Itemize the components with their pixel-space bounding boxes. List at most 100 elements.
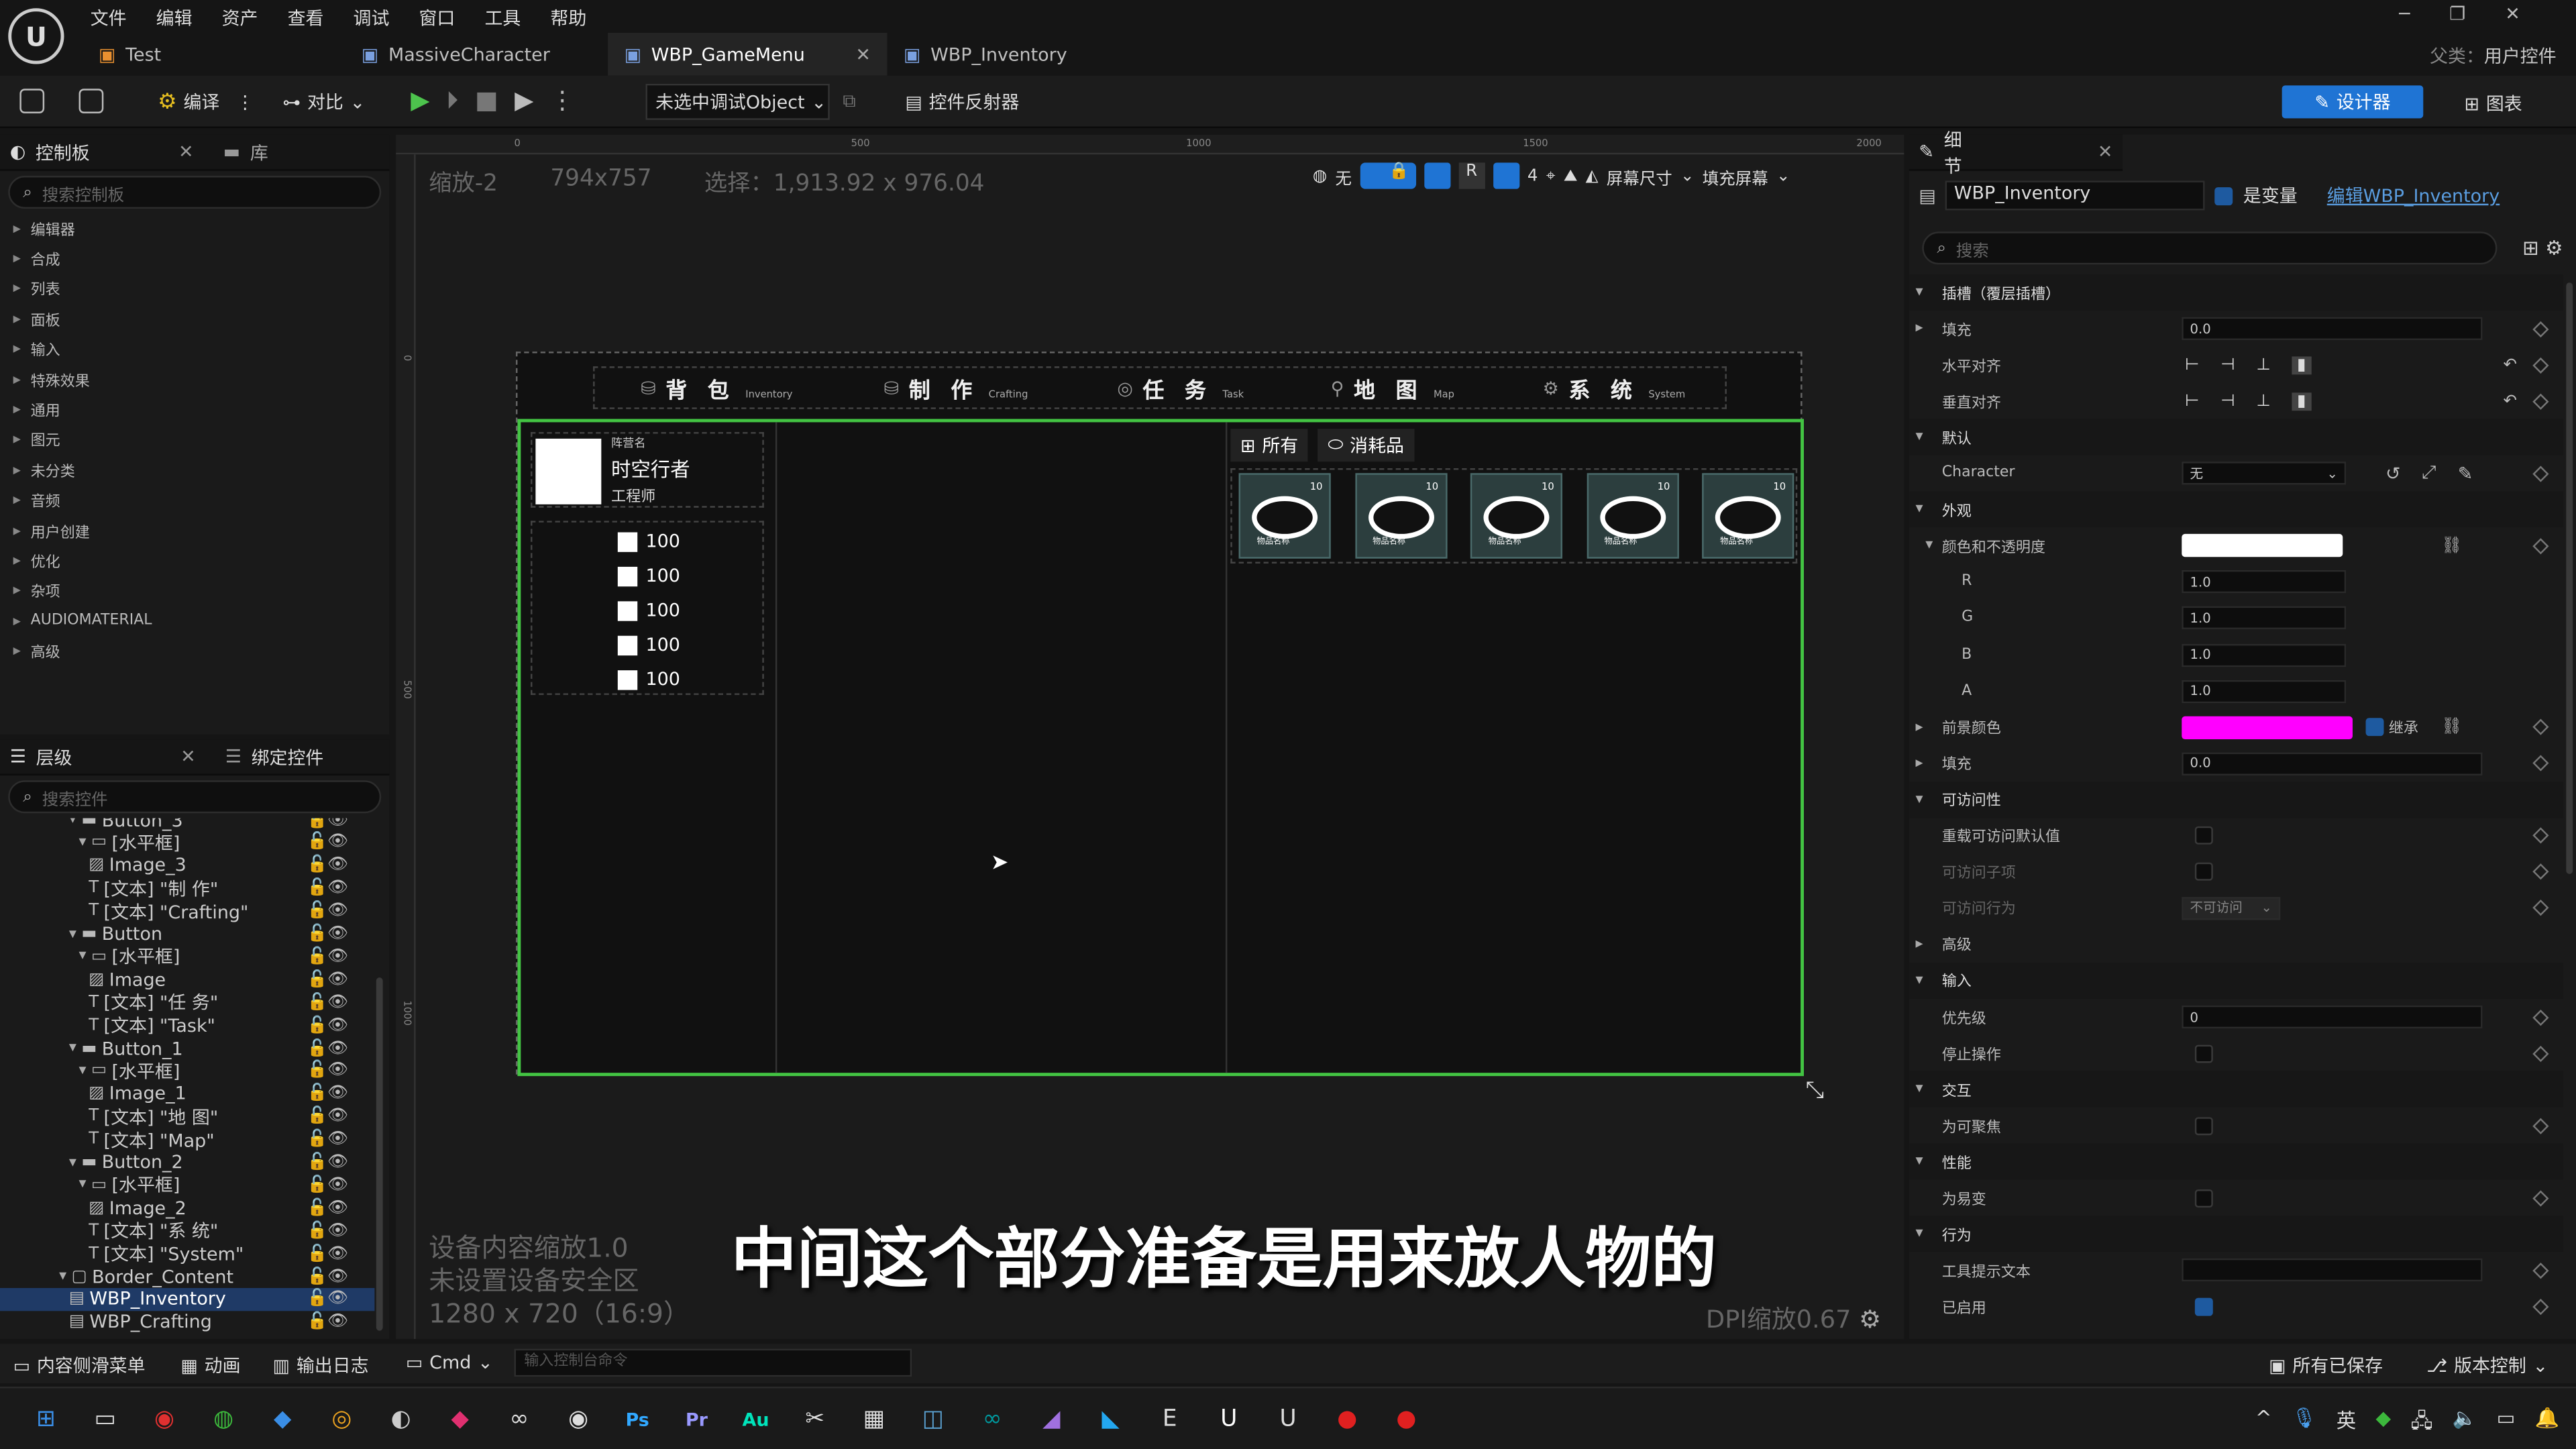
property-value-field[interactable]: 0.0 <box>2182 317 2483 341</box>
property-dropdown[interactable]: 不可访问 ⌄ <box>2182 896 2281 920</box>
menu-item[interactable]: 帮助 <box>550 8 586 30</box>
resize-handle-icon[interactable]: ⤡ <box>1805 1078 1823 1104</box>
expand-arrow-icon[interactable]: ▾ <box>1916 1081 1923 1097</box>
property-checkbox[interactable] <box>2194 826 2213 845</box>
notification-icon[interactable]: 🔔 <box>2535 1406 2560 1440</box>
keyframe-diamond-icon[interactable] <box>2532 320 2549 337</box>
debug-object-dropdown[interactable]: 未选中调试Object ⌄ <box>645 83 830 120</box>
toggle-icon[interactable]: 🔒 <box>1360 162 1416 189</box>
menu-item[interactable]: 编辑 <box>156 8 193 30</box>
expand-arrow-icon[interactable]: ▾ <box>79 949 87 965</box>
grid-icon[interactable] <box>1493 162 1519 189</box>
keyframe-diamond-icon[interactable] <box>2532 1044 2549 1062</box>
close-icon[interactable]: ✕ <box>855 44 871 65</box>
align-option-icon[interactable]: ⊣ <box>2220 392 2235 410</box>
property-dropdown[interactable]: 无 ⌄ <box>2182 462 2347 486</box>
tree-row[interactable]: ▤ WBP_Crafting 🔓👁 <box>0 1311 374 1334</box>
expand-arrow-icon[interactable]: ▾ <box>1916 502 1923 518</box>
widget-reflector-button[interactable]: ▤ 控件反射器 <box>905 89 1019 115</box>
palette-category[interactable]: 编辑器 <box>0 213 389 244</box>
inherit-checkbox[interactable] <box>2365 718 2384 737</box>
keyframe-diamond-icon[interactable] <box>2532 755 2549 772</box>
keyframe-diamond-icon[interactable] <box>2532 392 2549 410</box>
expand-arrow-icon[interactable]: ▸ <box>1916 755 1923 771</box>
gear-icon[interactable]: ⚙ <box>1859 1305 1881 1334</box>
lock-eye-icon[interactable]: 🔓👁 <box>307 834 349 852</box>
content-drawer-button[interactable]: ▭ 内容侧滑菜单 <box>13 1352 146 1379</box>
expand-arrow-icon[interactable]: ▾ <box>69 818 76 828</box>
expand-arrow-icon[interactable]: ▾ <box>1925 538 1933 554</box>
cmd-dropdown[interactable]: ▭ Cmd ⌄ <box>406 1352 493 1374</box>
game-menu-canvas[interactable]: ⛁ 背 包 Inventory ⛁ 制 作 Crafting ◎ 任 务 Task ⚲ 地 图 Map… <box>515 352 1805 1077</box>
palette-category[interactable]: AUDIOMATERIAL <box>0 606 389 637</box>
keyframe-diamond-icon[interactable] <box>2532 900 2549 917</box>
app-icon[interactable]: ◆ <box>431 1390 490 1449</box>
tree-row[interactable]: ▨ Image 🔓👁 <box>0 968 374 991</box>
wechat-icon[interactable]: ◍ <box>194 1390 253 1449</box>
property-value-field[interactable] <box>2182 1258 2483 1283</box>
tab-bind-widgets[interactable]: 绑定控件 <box>252 743 324 769</box>
close-icon[interactable]: ✕ <box>2098 142 2113 163</box>
property-checkbox[interactable] <box>2194 1297 2213 1316</box>
lock-eye-icon[interactable]: 🔓👁 <box>307 1153 349 1171</box>
arduino-icon[interactable]: ∞ <box>963 1390 1022 1449</box>
lock-eye-icon[interactable]: 🔓👁 <box>307 1244 349 1263</box>
save-icon[interactable] <box>19 89 45 113</box>
tab-hierarchy[interactable]: 层级 <box>36 743 72 769</box>
chrome-icon[interactable]: ◎ <box>312 1390 371 1449</box>
property-value-field[interactable]: 0.0 <box>2182 751 2483 775</box>
chevron-up-icon[interactable]: ^ <box>2255 1406 2272 1440</box>
palette-category[interactable]: 通用 <box>0 395 389 425</box>
record-icon[interactable]: ● <box>1318 1390 1377 1449</box>
tree-row[interactable]: ▾ ▬ Button_1 🔓👁 <box>0 1036 374 1059</box>
expand-arrow-icon[interactable]: ▸ <box>1916 321 1923 337</box>
restore-icon[interactable]: ❐ <box>2449 3 2505 25</box>
property-value-field[interactable]: 1.0 <box>2182 606 2347 631</box>
vscode-icon[interactable]: ◣ <box>1081 1390 1140 1449</box>
expand-arrow-icon[interactable]: ▾ <box>79 1177 87 1193</box>
expand-arrow-icon[interactable]: ▾ <box>1916 429 1923 445</box>
palette-category[interactable]: 列表 <box>0 274 389 304</box>
source-control-button[interactable]: ⎇ 版本控制 ⌄ <box>2426 1352 2548 1379</box>
color-swatch[interactable] <box>2182 715 2353 739</box>
tree-row[interactable]: ▨ Image_1 🔓👁 <box>0 1082 374 1105</box>
obs-icon[interactable]: ◉ <box>549 1390 608 1449</box>
property-checkbox[interactable] <box>2194 1189 2213 1208</box>
palette-category[interactable]: 特殊效果 <box>0 365 389 395</box>
diff-button[interactable]: ⊶ 对比 ⌄ <box>282 89 365 115</box>
filter-tab[interactable]: ⊞ 所有 <box>1230 429 1308 462</box>
palette-category[interactable]: 输入 <box>0 335 389 365</box>
keyframe-diamond-icon[interactable] <box>2532 863 2549 881</box>
eyedropper-icon[interactable]: ✎ <box>2458 463 2473 484</box>
palette-category[interactable]: 图元 <box>0 425 389 455</box>
lock-eye-icon[interactable]: 🔓👁 <box>307 1130 349 1148</box>
palette-category[interactable]: 面板 <box>0 304 389 334</box>
lock-eye-icon[interactable]: 🔓👁 <box>307 1290 349 1308</box>
lock-eye-icon[interactable]: 🔓👁 <box>307 1267 349 1285</box>
tree-row[interactable]: ▨ Image_2 🔓👁 <box>0 1197 374 1220</box>
property-checkbox[interactable] <box>2194 1116 2213 1135</box>
close-icon[interactable]: ✕ <box>180 746 196 767</box>
property-checkbox[interactable] <box>2194 863 2213 881</box>
steam-icon[interactable]: ◐ <box>371 1390 430 1449</box>
lock-eye-icon[interactable]: 🔓👁 <box>307 925 349 943</box>
align-option-icon[interactable]: ⊢ <box>2185 356 2199 374</box>
tab-test[interactable]: ▣ Test <box>82 33 345 76</box>
expand-arrow-icon[interactable]: ▾ <box>1916 973 1923 989</box>
align-option-icon[interactable]: ▮ <box>2292 392 2311 411</box>
keyframe-diamond-icon[interactable] <box>2532 1117 2549 1134</box>
photoshop-icon[interactable]: Ps <box>608 1390 667 1449</box>
premiere-icon[interactable]: Pr <box>667 1390 726 1449</box>
play-options-icon[interactable]: ▶ <box>515 85 533 115</box>
keyframe-diamond-icon[interactable] <box>2532 1008 2549 1026</box>
keyframe-diamond-icon[interactable] <box>2532 827 2549 845</box>
close-icon[interactable]: ✕ <box>178 142 194 163</box>
visual-studio-icon[interactable]: ◢ <box>1022 1390 1081 1449</box>
filter-tab[interactable]: ⬭ 消耗品 <box>1318 429 1414 462</box>
ime-language[interactable]: 英 <box>2337 1406 2356 1440</box>
tree-row[interactable]: T [文本] "Task" 🔓👁 <box>0 1014 374 1037</box>
lock-eye-icon[interactable]: 🔓👁 <box>307 857 349 875</box>
gear-icon[interactable]: ⚙ <box>2545 237 2563 260</box>
tab-wbp_gamemenu[interactable]: ▣ WBP_GameMenu ✕ <box>608 32 888 76</box>
lock-eye-icon[interactable]: 🔓👁 <box>307 1039 349 1057</box>
